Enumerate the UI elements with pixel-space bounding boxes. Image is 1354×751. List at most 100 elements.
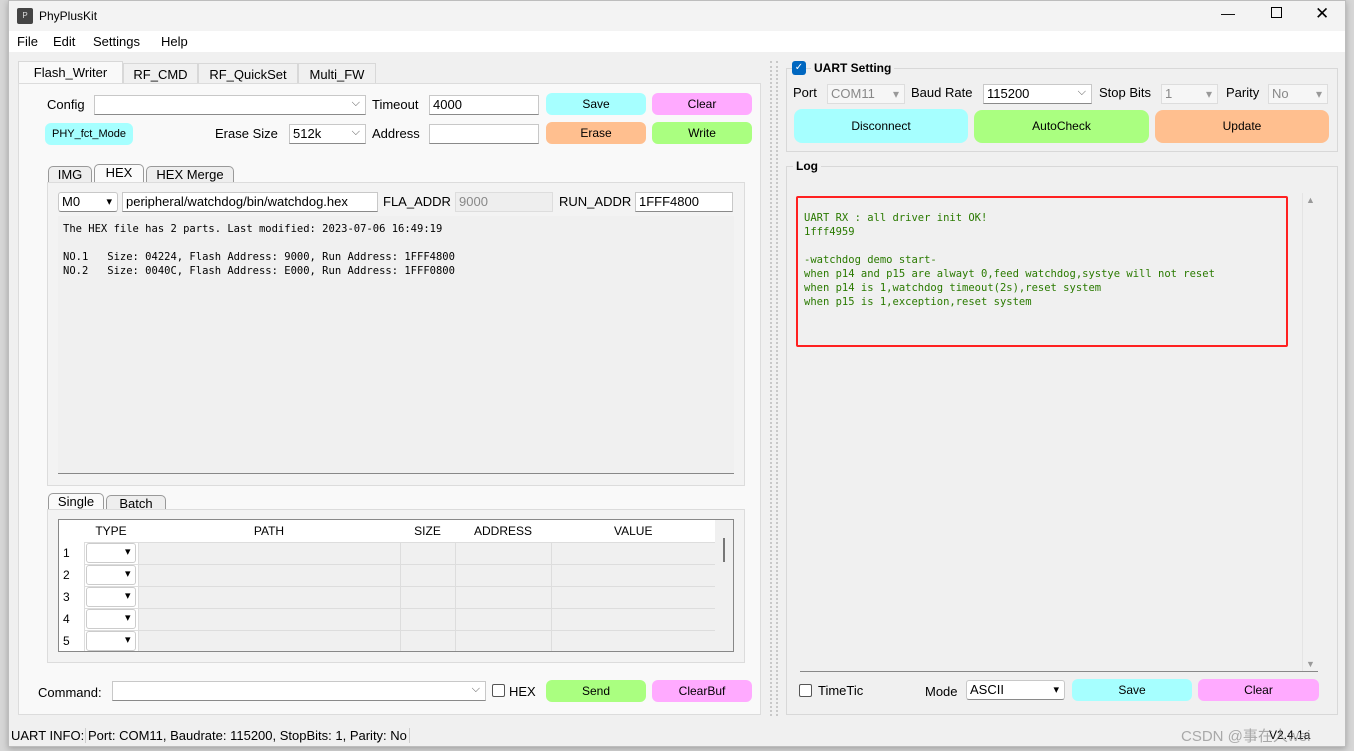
send-button[interactable]: Send	[546, 680, 646, 702]
maximize-button[interactable]	[1271, 7, 1282, 18]
scroll-up-icon[interactable]: ▲	[1303, 195, 1318, 205]
table-scrollbar[interactable]	[715, 520, 733, 651]
subtab-hex-merge[interactable]: HEX Merge	[146, 166, 234, 183]
row-number: 5	[59, 630, 84, 651]
erase-size-select[interactable]: 512k	[289, 123, 366, 144]
port-select[interactable]: COM11	[827, 84, 905, 104]
value-cell[interactable]	[550, 585, 716, 609]
size-cell[interactable]	[399, 585, 456, 609]
size-cell[interactable]	[399, 629, 456, 651]
app-window: P PhyPlusKit — ✕ File Edit Settings Help…	[8, 0, 1346, 747]
mode-select[interactable]: ASCII ▾	[966, 680, 1065, 700]
erase-button[interactable]: Erase	[546, 122, 646, 144]
menu-help[interactable]: Help	[161, 34, 188, 49]
uart-enable-checkbox[interactable]: ✓	[792, 61, 806, 75]
address-cell[interactable]	[454, 563, 552, 587]
address-cell[interactable]	[454, 541, 552, 565]
value-cell[interactable]	[550, 541, 716, 565]
menu-file[interactable]: File	[17, 34, 38, 49]
path-cell[interactable]	[137, 607, 401, 631]
run-addr-input[interactable]: 1FFF4800	[635, 192, 733, 212]
address-cell[interactable]	[454, 629, 552, 651]
value-cell[interactable]	[550, 607, 716, 631]
timeout-input[interactable]: 4000	[429, 95, 539, 115]
size-cell[interactable]	[399, 607, 456, 631]
log-save-button[interactable]: Save	[1072, 679, 1192, 701]
address-label: Address	[372, 126, 420, 141]
write-button[interactable]: Write	[652, 122, 752, 144]
type-select[interactable]	[85, 543, 136, 563]
address-cell[interactable]	[454, 607, 552, 631]
menu-settings[interactable]: Settings	[93, 34, 140, 49]
window-title: PhyPlusKit	[39, 9, 98, 23]
fla-addr-label: FLA_ADDR	[383, 194, 451, 209]
col-value[interactable]: VALUE	[551, 520, 716, 542]
timetic-checkbox[interactable]	[799, 684, 812, 697]
col-address[interactable]: ADDRESS	[455, 520, 551, 542]
minimize-button[interactable]: —	[1221, 5, 1235, 21]
type-select[interactable]	[85, 587, 136, 607]
erase-size-label: Erase Size	[215, 126, 278, 141]
hex-info-line: The HEX file has 2 parts. Last modified:…	[63, 223, 443, 235]
size-cell[interactable]	[399, 563, 456, 587]
type-select[interactable]	[85, 631, 136, 651]
col-size[interactable]: SIZE	[400, 520, 455, 542]
log-clear-button[interactable]: Clear	[1198, 679, 1319, 701]
hex-info-line: NO.1 Size: 04224, Flash Address: 9000, R…	[63, 251, 455, 263]
path-cell[interactable]	[137, 585, 401, 609]
update-button[interactable]: Update	[1155, 110, 1329, 143]
value-cell[interactable]	[550, 563, 716, 587]
stop-bits-select[interactable]: 1	[1161, 84, 1218, 104]
baud-rate-select[interactable]: 115200	[983, 83, 1092, 104]
autocheck-button[interactable]: AutoCheck	[974, 110, 1149, 143]
hex-checkbox[interactable]	[492, 684, 505, 697]
col-path[interactable]: PATH	[138, 520, 400, 542]
command-input[interactable]	[112, 680, 486, 701]
scrollbar-thumb[interactable]	[723, 538, 725, 562]
parity-label: Parity	[1226, 85, 1260, 100]
tab-flash-writer[interactable]: Flash_Writer	[18, 61, 123, 85]
table-row: 3	[59, 585, 716, 609]
log-scrollbar[interactable]: ▲ ▼	[1302, 193, 1318, 671]
stop-bits-label: Stop Bits	[1099, 85, 1152, 100]
address-input[interactable]	[429, 124, 539, 144]
parity-select[interactable]: No	[1268, 84, 1328, 104]
log-text-area[interactable]: UART RX : all driver init OK! 1fff4959 -wa…	[796, 193, 1318, 672]
col-type[interactable]: TYPE	[84, 520, 138, 542]
menu-edit[interactable]: Edit	[53, 34, 75, 49]
table-row: 5	[59, 629, 716, 651]
tab-multi-fw[interactable]: Multi_FW	[298, 63, 376, 85]
uart-info-text: Port: COM11, Baudrate: 115200, StopBits:…	[85, 728, 410, 743]
size-cell[interactable]	[399, 541, 456, 565]
address-cell[interactable]	[454, 585, 552, 609]
title-bar: P PhyPlusKit — ✕	[9, 1, 1345, 31]
clear-button[interactable]: Clear	[652, 93, 752, 115]
uart-info-label: UART INFO:	[11, 728, 85, 743]
splitter-handle[interactable]	[770, 61, 778, 716]
clearbuf-button[interactable]: ClearBuf	[652, 680, 752, 702]
close-button[interactable]: ✕	[1315, 4, 1329, 24]
subtab-hex[interactable]: HEX	[94, 164, 144, 183]
subtab-img[interactable]: IMG	[48, 166, 92, 183]
value-cell[interactable]	[550, 629, 716, 651]
file-table: TYPE PATH SIZE ADDRESS VALUE 12345	[58, 519, 734, 652]
path-cell[interactable]	[137, 629, 401, 651]
menu-bar: File Edit Settings Help	[9, 31, 1345, 52]
tab-rf-cmd[interactable]: RF_CMD	[123, 63, 198, 85]
row-number: 3	[59, 586, 84, 608]
config-select[interactable]	[94, 94, 366, 115]
scroll-down-icon[interactable]: ▼	[1303, 659, 1318, 669]
type-select[interactable]	[85, 609, 136, 629]
phy-fct-mode-badge[interactable]: PHY_fct_Mode	[45, 123, 133, 145]
mode-value: ASCII	[970, 682, 1004, 697]
path-cell[interactable]	[137, 563, 401, 587]
type-select[interactable]	[85, 565, 136, 585]
disconnect-button[interactable]: Disconnect	[794, 109, 968, 143]
core-select[interactable]: M0 ▾	[58, 192, 118, 212]
log-line: when p15 is 1,exception,reset system	[804, 296, 1032, 308]
app-logo-icon: P	[17, 8, 33, 24]
tab-rf-quickset[interactable]: RF_QuickSet	[198, 63, 298, 85]
path-cell[interactable]	[137, 541, 401, 565]
save-button[interactable]: Save	[546, 93, 646, 115]
hex-path-input[interactable]: peripheral/watchdog/bin/watchdog.hex	[122, 192, 378, 212]
